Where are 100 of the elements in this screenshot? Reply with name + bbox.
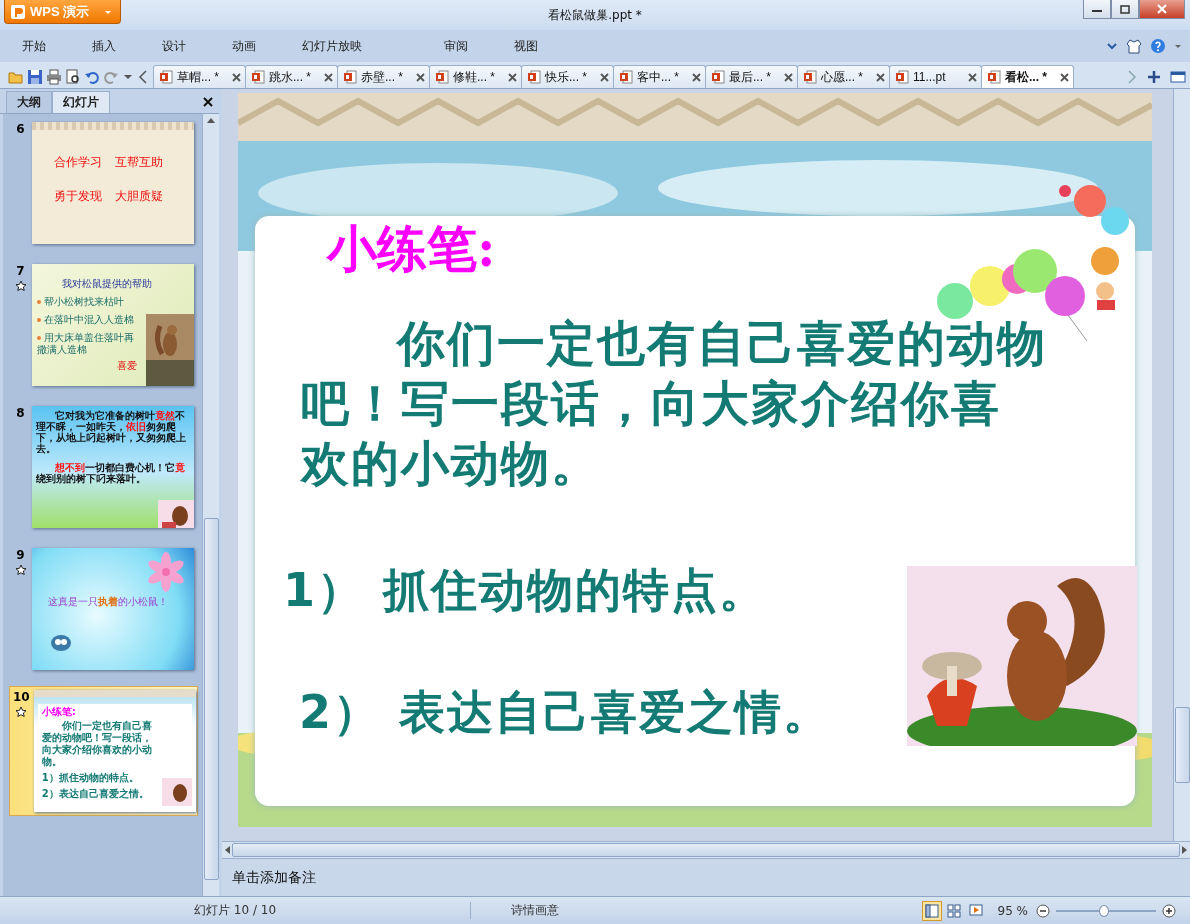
zoom-in-icon[interactable] xyxy=(1162,903,1176,918)
close-button[interactable] xyxy=(1139,0,1185,19)
thumbnail-paragraph: 你们一定也有自己喜爱的动物吧！写一段话，向大家介绍你喜欢的小动物。 xyxy=(41,720,153,768)
document-tab[interactable]: 修鞋... * xyxy=(429,65,522,88)
slide-number: 10 xyxy=(13,690,30,704)
close-tab-icon[interactable] xyxy=(416,72,425,82)
fish-icon xyxy=(50,634,72,652)
panel-tab[interactable]: 大纲 xyxy=(6,91,52,113)
print-icon[interactable] xyxy=(46,69,62,85)
thumbnail-row[interactable]: 7 我对松鼠提供的帮助 帮小松树找来枯叶 在落叶中混入人造棉 用大床单盖住落叶再撒满人造棉 喜爱 xyxy=(9,260,198,390)
grid-view-icon xyxy=(946,903,961,918)
thumbnail-row[interactable]: 8 它对我为它准备的树叶竟然不理不睬，一如昨天，依旧匆匆爬下，从地上叼起树叶，又匆匆爬上去。 想不到一切都白费心机！它竟 绕到别的树下叼来落叶。 xyxy=(9,402,198,532)
slide-point: 2） 表达自己喜爱之情。 xyxy=(299,684,833,741)
undo-icon[interactable] xyxy=(84,69,100,85)
presentation-file-icon xyxy=(620,70,633,84)
notes-placeholder[interactable]: 单击添加备注 xyxy=(232,868,316,887)
menu-item[interactable]: 审阅 xyxy=(444,37,468,55)
menu-item[interactable]: 视图 xyxy=(514,37,538,55)
document-tab[interactable]: 快乐... * xyxy=(521,65,614,88)
chevron-down-icon[interactable] xyxy=(1106,40,1118,52)
window-title: 看松鼠做巢.ppt * xyxy=(548,7,642,24)
thumbnail-text: 勇于发现 xyxy=(54,190,103,202)
slide-number: 9 xyxy=(16,548,25,562)
close-tab-icon[interactable] xyxy=(232,72,241,82)
document-tab[interactable]: 客中... * xyxy=(613,65,706,88)
thumbnail-bullet: 在落叶中混入人造棉 xyxy=(37,314,141,326)
thumbnail-paragraph: 想不到一切都白费心机！它竟 绕到别的树下叼来落叶。 xyxy=(36,462,187,484)
thumbnail-text: 2）表达自己喜爱之情。 xyxy=(41,788,150,800)
scrollbar[interactable] xyxy=(1173,89,1190,841)
document-tab[interactable]: 跳水... * xyxy=(245,65,338,88)
presentation-file-icon xyxy=(528,70,541,84)
close-panel-button[interactable] xyxy=(203,95,213,109)
thumbnail-row[interactable]: 9 这真是一只执着的小松鼠！ xyxy=(9,544,198,674)
close-tab-icon[interactable] xyxy=(324,72,333,82)
menu-item[interactable]: 设计 xyxy=(162,37,186,55)
slideshow-icon xyxy=(968,903,983,918)
bullet-icon xyxy=(37,336,41,340)
document-tab[interactable]: 11...pt xyxy=(889,65,982,88)
app-logo-icon xyxy=(11,4,25,19)
thumbnail-title: 我对松鼠提供的帮助 xyxy=(61,277,153,290)
document-tab[interactable]: 最后... * xyxy=(705,65,798,88)
thumbnail-text: 这真是一只执着的小松鼠！ xyxy=(48,596,168,608)
slide-thumbnail[interactable]: 合作学习 互帮互助 勇于发现 大胆质疑 xyxy=(32,122,194,244)
thumbnail-paragraph: 它对我为它准备的树叶竟然不理不睬，一如昨天，依旧匆匆爬下，从地上叼起树叶，又匆匆爬上去。 xyxy=(36,410,187,454)
zoom-level: 95 % xyxy=(997,903,1028,918)
presentation-file-icon xyxy=(252,70,265,84)
menu-item[interactable]: 动画 xyxy=(232,37,256,55)
thumbnail-text: 喜爱 xyxy=(117,360,137,372)
window-list-icon[interactable] xyxy=(1170,69,1186,85)
presentation-file-icon xyxy=(436,70,449,84)
slide-thumbnail[interactable]: 这真是一只执着的小松鼠！ xyxy=(32,548,194,670)
slide-thumbnail[interactable]: 小练笔: 你们一定也有自己喜爱的动物吧！写一段话，向大家介绍你喜欢的小动物。 1）抓住动物的特点。 2）表达自己喜爱之情。 xyxy=(33,690,196,812)
save-icon[interactable] xyxy=(27,69,43,85)
document-tab[interactable]: 赤壁... * xyxy=(337,65,430,88)
bullet-icon xyxy=(37,318,41,322)
slide-number: 8 xyxy=(16,406,25,420)
minimize-button[interactable] xyxy=(1083,0,1111,19)
close-tab-icon[interactable] xyxy=(1060,72,1069,82)
close-tab-icon[interactable] xyxy=(508,72,517,82)
document-tab[interactable]: 心愿... * xyxy=(797,65,890,88)
slide-thumbnail[interactable]: 它对我为它准备的树叶竟然不理不睬，一如昨天，依旧匆匆爬下，从地上叼起树叶，又匆匆爬上去。 想不到一切都白费心机！它竟 绕到别的树下叼来落叶。 xyxy=(32,406,194,528)
presentation-file-icon xyxy=(896,70,909,84)
slide-heading: 小练笔: xyxy=(327,218,497,280)
scrollbar[interactable] xyxy=(202,114,219,896)
slide-number: 6 xyxy=(16,122,25,136)
menu-item[interactable]: 开始 xyxy=(22,37,46,55)
thumbnail-text: 1）抓住动物的特点。 xyxy=(41,772,140,784)
shirt-icon[interactable] xyxy=(1126,38,1142,54)
print-preview-icon[interactable] xyxy=(65,69,81,85)
presentation-file-icon xyxy=(712,70,725,84)
slide-counter: 幻灯片 10 / 10 xyxy=(194,902,276,919)
bullet-icon xyxy=(37,300,41,304)
thumbnail-text: 互帮互助 xyxy=(115,156,164,168)
view-button[interactable] xyxy=(921,900,942,921)
close-tab-icon[interactable] xyxy=(968,72,977,82)
close-tab-icon[interactable] xyxy=(600,72,609,82)
menu-item[interactable]: 幻灯片放映 xyxy=(302,37,362,55)
close-tab-icon[interactable] xyxy=(784,72,793,82)
normal-view-icon xyxy=(924,903,939,918)
thumbnail-row[interactable]: 10 小练笔: 你们一定也有自己喜爱的动物吧！写一段话，向大家介绍你喜欢的小动物。 1）抓住动物的特点。 2）表达自己喜爱之情。 xyxy=(9,686,198,816)
thumbnail-row[interactable]: 6 合作学习 互帮互助 勇于发现 大胆质疑 xyxy=(9,118,198,248)
menu-item[interactable]: 插入 xyxy=(92,37,116,55)
add-tab-icon[interactable] xyxy=(1146,69,1162,85)
thumbnail-bullet: 用大床单盖住落叶再撒满人造棉 xyxy=(37,332,135,356)
slide-number: 7 xyxy=(16,264,25,278)
close-icon xyxy=(1157,4,1167,14)
slide-thumbnail[interactable]: 我对松鼠提供的帮助 帮小松树找来枯叶 在落叶中混入人造棉 用大床单盖住落叶再撒满人造棉 喜爱 xyxy=(32,264,194,386)
slide-paragraph: 你们一定也有自己喜爱的动物吧！写一段话，向大家介绍你喜欢的小动物。 xyxy=(301,314,1048,493)
help-icon[interactable] xyxy=(1150,38,1166,54)
horizontal-scrollbar[interactable] xyxy=(222,841,1190,858)
chevron-left-icon[interactable] xyxy=(137,69,149,85)
document-tab[interactable]: 草帽... * xyxy=(153,65,246,88)
thumbnail-text: 大胆质疑 xyxy=(115,190,164,202)
maximize-button[interactable] xyxy=(1111,0,1139,19)
document-tab[interactable]: 看松... * xyxy=(981,65,1074,88)
close-tab-icon[interactable] xyxy=(692,72,701,82)
panel-tab[interactable]: 幻灯片 xyxy=(52,91,110,113)
presentation-file-icon xyxy=(988,70,1001,84)
zoom-out-icon[interactable] xyxy=(1036,903,1050,918)
close-tab-icon[interactable] xyxy=(876,72,885,82)
